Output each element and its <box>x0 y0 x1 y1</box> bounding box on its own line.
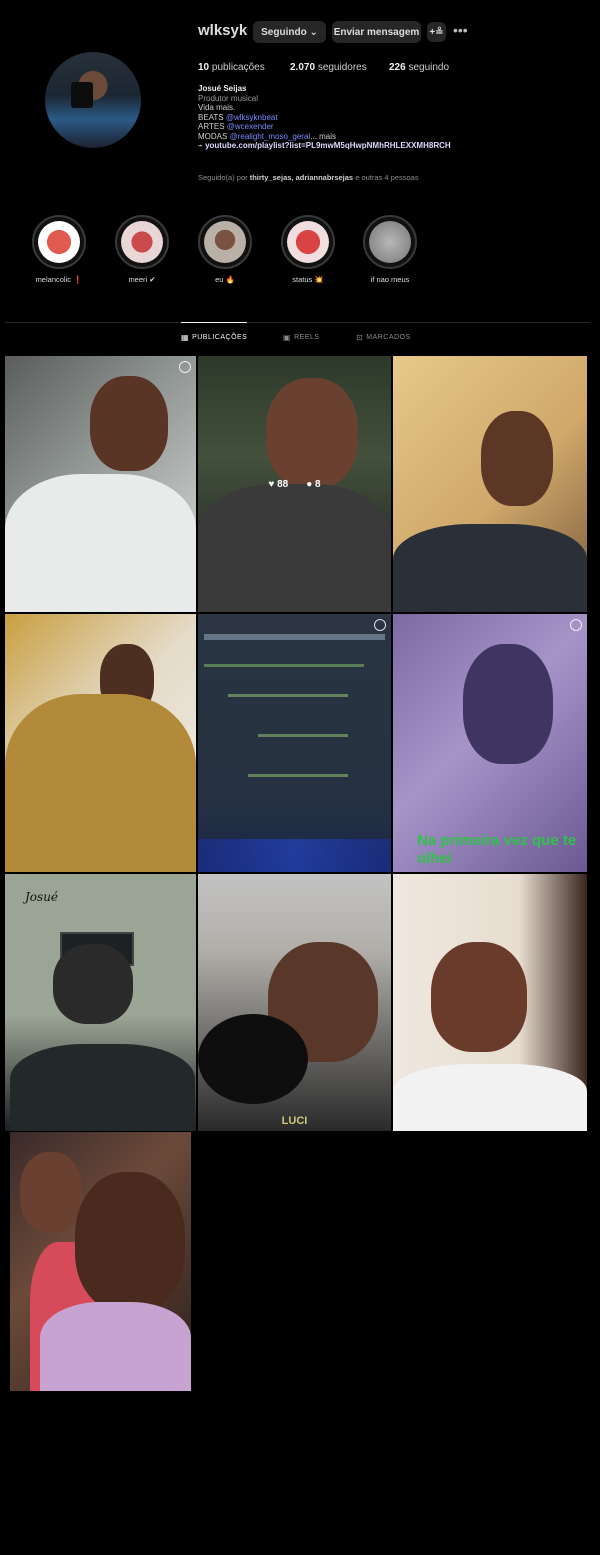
link-icon: ⌁ <box>198 141 203 150</box>
highlight-label: melancolic ❗ <box>35 275 83 284</box>
post-thumbnail[interactable]: Na primeira vez que te olhei <box>393 614 587 872</box>
tab-reels[interactable]: ▣ REELS <box>283 333 320 342</box>
reels-icon: ▣ <box>283 333 292 342</box>
story-highlight[interactable]: meeri ✔ <box>110 215 174 284</box>
posts-count-value: 10 <box>198 62 210 73</box>
highlight-cover <box>363 215 417 269</box>
bio-prefix: BEATS <box>198 112 224 122</box>
comments-count: ● 8 <box>306 479 320 490</box>
highlight-label: eu 🔥 <box>215 275 235 284</box>
more-horizontal-icon[interactable]: ••• <box>453 23 469 40</box>
followed-by[interactable]: Seguido(a) por thirty_sejas, adriannabrs… <box>198 173 419 182</box>
highlight-cover <box>281 215 335 269</box>
followers-count[interactable]: 2.070 seguidores <box>290 62 367 73</box>
followed-by-names: thirty_sejas, adriannabrsejas <box>249 173 354 182</box>
bio-more-link[interactable]: ... mais <box>310 132 336 141</box>
tagged-icon: ⊡ <box>356 333 364 342</box>
tab-tagged[interactable]: ⊡ MARCADOS <box>356 333 411 342</box>
carousel-icon <box>570 619 582 631</box>
post-thumbnail[interactable] <box>393 356 587 612</box>
bio-mention-link[interactable]: @wcexender <box>227 122 274 131</box>
profile-avatar[interactable] <box>45 52 141 148</box>
bio-line: MODAS @realight_moso_geral... mais <box>198 132 558 142</box>
story-highlight[interactable]: melancolic ❗ <box>27 215 91 284</box>
post-caption-text: LUCI <box>281 1115 308 1127</box>
following-count-value: 226 <box>389 62 406 73</box>
story-highlight[interactable]: eu 🔥 <box>193 215 257 284</box>
carousel-icon <box>374 619 386 631</box>
tab-posts[interactable]: ▦ PUBLICAÇÕES <box>181 333 247 342</box>
heart-icon: ♥ <box>268 478 278 490</box>
profile-bio: Josué Seijas Produtor musical Vida mais.… <box>198 84 558 151</box>
post-thumbnail[interactable] <box>10 1132 191 1391</box>
post-thumbnail[interactable]: ♥ 88 ● 8 <box>198 356 391 612</box>
highlight-cover <box>32 215 86 269</box>
comments-value: 8 <box>315 478 321 490</box>
grid-icon: ▦ <box>181 333 190 342</box>
bio-prefix: MODAS <box>198 131 228 141</box>
highlight-label: if nao meus <box>370 275 410 284</box>
post-hover-overlay: ♥ 88 ● 8 <box>198 356 391 612</box>
tab-label: MARCADOS <box>366 334 411 341</box>
post-caption-text: Na primeira vez que te olhei <box>417 832 577 867</box>
likes-count: ♥ 88 <box>268 479 288 490</box>
story-highlight[interactable]: if nao meus <box>358 215 422 284</box>
bio-line: ARTES @wcexender <box>198 122 558 132</box>
bio-name: Josué Seijas <box>198 84 247 93</box>
following-count-label: seguindo <box>408 62 450 73</box>
bio-mention-link[interactable]: @wlksyknbeat <box>226 113 278 122</box>
following-count[interactable]: 226 seguindo <box>389 62 449 73</box>
bio-url-link[interactable]: youtube.com/playlist?list=PL9mwM5qHwpNMh… <box>205 141 451 150</box>
tab-label: REELS <box>294 334 320 341</box>
post-thumbnail[interactable]: Josué <box>5 874 196 1131</box>
highlight-label: status 💥 <box>292 275 324 284</box>
post-thumbnail[interactable] <box>198 614 391 872</box>
tab-label: PUBLICAÇÕES <box>192 334 248 341</box>
send-message-button[interactable]: Enviar mensagem <box>332 21 421 43</box>
active-tab-indicator <box>181 322 247 323</box>
post-thumbnail[interactable] <box>5 356 196 612</box>
profile-username: wlksyk <box>198 22 248 39</box>
post-caption-text: Josué <box>25 890 59 904</box>
bio-line: Vida mais. <box>198 103 236 112</box>
post-thumbnail[interactable]: LUCI <box>198 874 391 1131</box>
suggest-accounts-button[interactable]: +≗ <box>427 22 446 42</box>
posts-count: 10 publicações <box>198 62 265 73</box>
post-thumbnail[interactable] <box>5 614 196 872</box>
bio-mention-link[interactable]: @realight_moso_geral <box>230 132 311 141</box>
following-button[interactable]: Seguindo ⌄ <box>253 21 326 43</box>
followers-count-value: 2.070 <box>290 62 316 73</box>
highlight-label: meeri ✔ <box>128 275 156 284</box>
post-thumbnail[interactable] <box>393 874 587 1131</box>
tabs-divider <box>5 322 590 323</box>
highlight-cover <box>198 215 252 269</box>
story-highlight[interactable]: status 💥 <box>276 215 340 284</box>
carousel-icon <box>179 361 191 373</box>
bio-prefix: ARTES <box>198 122 225 131</box>
bio-line: BEATS @wlksyknbeat <box>198 113 558 123</box>
bio-category: Produtor musical <box>198 93 259 103</box>
comment-icon: ● <box>306 478 316 490</box>
followed-by-suffix: e outras 4 pessoas <box>355 173 419 182</box>
followers-count-label: seguidores <box>317 62 367 73</box>
posts-count-label: publicações <box>211 62 265 73</box>
likes-value: 88 <box>277 478 289 490</box>
followed-by-prefix: Seguido(a) por <box>198 173 248 182</box>
bio-url-row: ⌁ youtube.com/playlist?list=PL9mwM5qHwpN… <box>198 141 558 151</box>
highlight-cover <box>115 215 169 269</box>
